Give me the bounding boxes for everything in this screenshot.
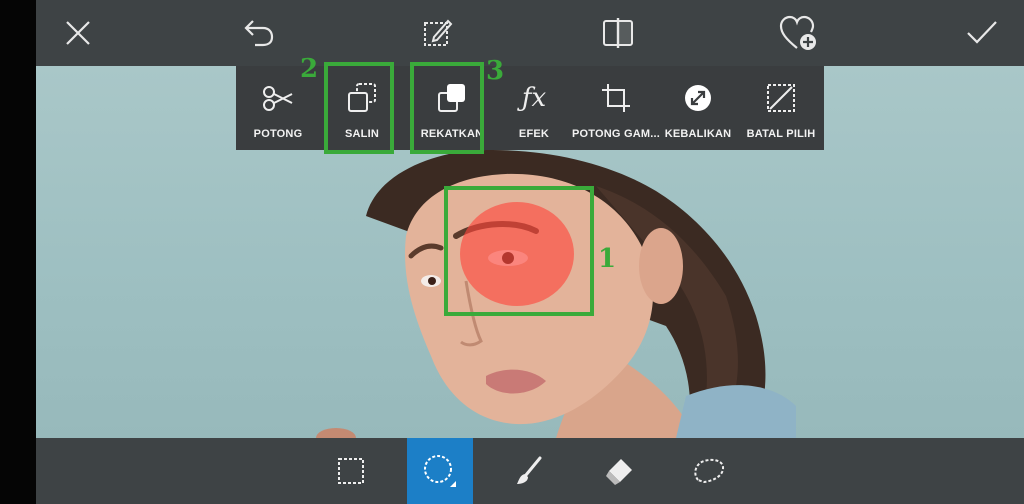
crop-icon [602,84,630,112]
menu-item-invert[interactable]: KEBALIKAN [664,66,732,150]
brush-icon [517,456,542,484]
menu-item-label: KEBALIKAN [664,128,732,140]
close-button[interactable] [58,13,98,53]
annotation-number-3: 3 [486,56,505,86]
lasso-tool[interactable] [676,438,742,504]
undo-button[interactable] [238,13,278,53]
left-edge [0,0,36,504]
fx-icon: ƒx [521,83,547,113]
rectangle-select-tool[interactable] [318,438,384,504]
menu-item-deselect[interactable]: BATAL PILIH [746,66,816,150]
heart-plus-icon [779,15,816,50]
annotation-box-3 [410,62,484,154]
menu-item-crop[interactable]: POTONG GAM... [572,66,660,150]
annotation-number-2: 2 [300,54,319,84]
close-icon [66,21,90,45]
compare-button[interactable] [598,13,638,53]
menu-item-label: POTONG GAM... [572,128,660,140]
deselect-icon [767,84,795,112]
brush-tool[interactable] [496,438,562,504]
menu-item-effects[interactable]: ƒx EFEK [504,66,564,150]
compare-icon [603,18,633,48]
scissors-icon [263,86,293,111]
ellipse-select-tool[interactable] [407,438,473,504]
menu-item-cut[interactable]: POTONG [248,66,308,150]
draw-icon [424,19,453,46]
menu-item-label: EFEK [518,128,550,140]
menu-item-label: BATAL PILIH [746,128,816,140]
eraser-tool[interactable] [586,438,652,504]
lasso-icon [694,458,725,484]
undo-icon [244,20,274,47]
bottom-toolbar [36,438,1024,504]
check-icon [967,21,997,44]
eraser-icon [606,459,632,485]
top-toolbar [36,0,1024,66]
annotation-box-1 [444,186,594,316]
annotation-number-1: 1 [598,244,617,274]
rectangle-select-icon [338,458,364,484]
ellipse-select-icon [424,455,456,487]
menu-item-label: POTONG [253,128,303,140]
apply-button[interactable] [962,13,1002,53]
annotation-box-2 [324,62,394,154]
invert-icon [685,85,711,111]
draw-button[interactable] [418,13,458,53]
favorite-button[interactable] [778,13,818,53]
